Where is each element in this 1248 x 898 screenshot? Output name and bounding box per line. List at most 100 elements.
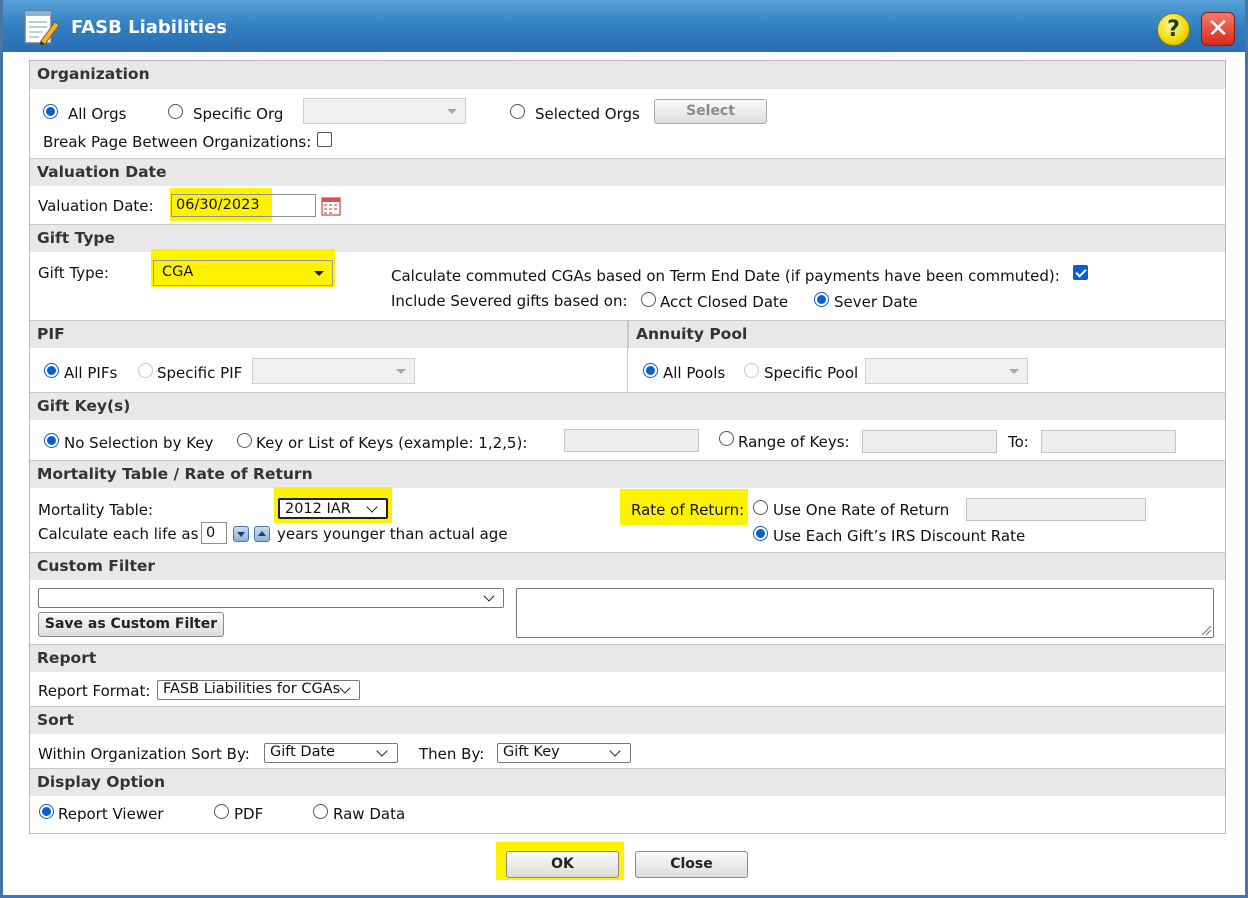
chevron-down-icon: [376, 745, 388, 757]
label-rate-of-return: Rate of Return:: [631, 501, 745, 519]
section-header-organization: Organization: [30, 61, 1225, 89]
section-header-sort: Sort: [30, 706, 1225, 734]
window-close-button[interactable]: ✕: [1201, 12, 1235, 46]
specific-pif-select[interactable]: [252, 358, 415, 384]
label-range-to: To:: [1008, 433, 1029, 451]
radio-specific-org[interactable]: [168, 104, 183, 119]
report-format-value: FASB Liabilities for CGAs: [163, 681, 341, 697]
label-specific-org: Specific Org: [193, 105, 284, 123]
mortality-table-select[interactable]: 2012 IAR: [278, 498, 388, 519]
radio-all-pools[interactable]: [643, 363, 658, 378]
radio-range-of-keys[interactable]: [719, 431, 734, 446]
radio-each-gift-irs-rate[interactable]: [753, 526, 768, 541]
gift-type-select[interactable]: CGA: [153, 260, 333, 286]
section-header-annuity-pool: Annuity Pool: [628, 320, 1225, 348]
label-valuation-date: Valuation Date:: [38, 197, 154, 215]
mortality-table-value: 2012 IAR: [285, 501, 351, 517]
help-button[interactable]: ?: [1157, 13, 1190, 46]
radio-sever-date[interactable]: [814, 292, 829, 307]
radio-all-pifs[interactable]: [44, 363, 59, 378]
label-no-selection-by-key: No Selection by Key: [64, 434, 214, 452]
radio-key-list[interactable]: [237, 433, 252, 448]
select-orgs-button[interactable]: Select: [654, 99, 767, 124]
label-specific-pif: Specific PIF: [157, 364, 243, 382]
help-icon: ?: [1167, 17, 1180, 42]
title-bar[interactable]: FASB Liabilities ? ✕: [3, 0, 1245, 52]
chevron-down-icon: [609, 745, 621, 757]
radio-specific-pool[interactable]: [744, 363, 759, 378]
label-sever-date: Sever Date: [834, 293, 918, 311]
section-header-report: Report: [30, 644, 1225, 672]
radio-selected-orgs[interactable]: [510, 104, 525, 119]
gift-type-value: CGA: [162, 264, 194, 280]
label-raw-data: Raw Data: [333, 805, 406, 823]
section-header-pif: PIF: [30, 320, 628, 348]
section-header-display-option: Display Option: [30, 768, 1225, 796]
label-gift-type: Gift Type:: [38, 264, 109, 282]
label-report-format: Report Format:: [38, 682, 151, 700]
label-calculate-life: Calculate each life as: [38, 525, 199, 543]
section-header-gift-type: Gift Type: [30, 224, 1225, 252]
years-younger-input[interactable]: 0: [201, 522, 227, 544]
label-severed-gifts: Include Severed gifts based on:: [391, 292, 628, 310]
notepad-pencil-icon: [24, 10, 60, 46]
calendar-icon[interactable]: [321, 196, 341, 216]
label-report-viewer: Report Viewer: [58, 805, 164, 823]
valuation-date-input[interactable]: 06/30/2023: [171, 194, 316, 217]
resize-grip-icon[interactable]: [1200, 624, 1212, 636]
then-by-value: Gift Key: [503, 744, 560, 760]
decrement-icon[interactable]: [233, 526, 249, 542]
radio-report-viewer[interactable]: [39, 804, 54, 819]
label-all-pifs: All PIFs: [64, 364, 118, 382]
radio-one-rate-of-return[interactable]: [753, 500, 768, 515]
radio-specific-pif[interactable]: [138, 363, 153, 378]
commuted-cgas-checkbox[interactable]: [1073, 265, 1088, 280]
label-specific-pool: Specific Pool: [764, 364, 859, 382]
one-rate-input[interactable]: [966, 498, 1146, 521]
key-list-input[interactable]: [564, 429, 699, 452]
label-all-pools: All Pools: [663, 364, 726, 382]
radio-no-selection-by-key[interactable]: [44, 433, 59, 448]
form-panel: Organization All Orgs Specific Org Selec…: [29, 60, 1226, 834]
label-pdf: PDF: [234, 805, 264, 823]
label-years-younger: years younger than actual age: [277, 525, 508, 543]
chevron-down-icon: [366, 501, 378, 513]
ok-button[interactable]: OK: [506, 851, 619, 878]
report-format-select[interactable]: FASB Liabilities for CGAs: [157, 680, 360, 700]
dialog-window: FASB Liabilities ? ✕ Organization All Or…: [0, 0, 1248, 898]
label-selected-orgs: Selected Orgs: [535, 105, 640, 123]
break-page-checkbox[interactable]: [317, 132, 332, 147]
save-custom-filter-button[interactable]: Save as Custom Filter: [38, 612, 224, 637]
label-within-org-sort: Within Organization Sort By:: [38, 745, 250, 763]
label-then-by: Then By:: [419, 745, 485, 763]
specific-org-select[interactable]: [303, 98, 466, 124]
label-each-gift-irs-rate: Use Each Gift’s IRS Discount Rate: [773, 527, 1026, 545]
range-from-input[interactable]: [862, 430, 997, 453]
radio-raw-data[interactable]: [313, 804, 328, 819]
range-to-input[interactable]: [1041, 430, 1176, 453]
section-header-valuation-date: Valuation Date: [30, 158, 1225, 186]
radio-all-orgs[interactable]: [43, 104, 58, 119]
chevron-down-icon: [483, 590, 495, 602]
section-header-mortality: Mortality Table / Rate of Return: [30, 460, 1225, 488]
then-by-select[interactable]: Gift Key: [497, 743, 631, 763]
radio-acct-closed-date[interactable]: [641, 292, 656, 307]
close-icon: ✕: [1207, 14, 1229, 44]
within-org-sort-value: Gift Date: [270, 744, 336, 760]
radio-pdf[interactable]: [214, 804, 229, 819]
close-button[interactable]: Close: [635, 851, 748, 878]
within-org-sort-select[interactable]: Gift Date: [264, 743, 398, 763]
dropdown-arrow-icon: [314, 271, 324, 276]
custom-filter-textarea[interactable]: [516, 588, 1214, 638]
label-mortality-table: Mortality Table:: [38, 501, 154, 519]
label-all-orgs: All Orgs: [68, 105, 127, 123]
label-commuted-cgas: Calculate commuted CGAs based on Term En…: [391, 267, 1060, 285]
section-header-custom-filter: Custom Filter: [30, 552, 1225, 580]
increment-icon[interactable]: [254, 526, 270, 542]
label-acct-closed-date: Acct Closed Date: [660, 293, 789, 311]
section-header-gift-keys: Gift Key(s): [30, 392, 1225, 420]
label-range-of-keys: Range of Keys:: [738, 433, 850, 451]
label-key-list: Key or List of Keys (example: 1,2,5):: [256, 434, 528, 452]
custom-filter-select[interactable]: [38, 588, 504, 608]
specific-pool-select[interactable]: [865, 358, 1028, 384]
